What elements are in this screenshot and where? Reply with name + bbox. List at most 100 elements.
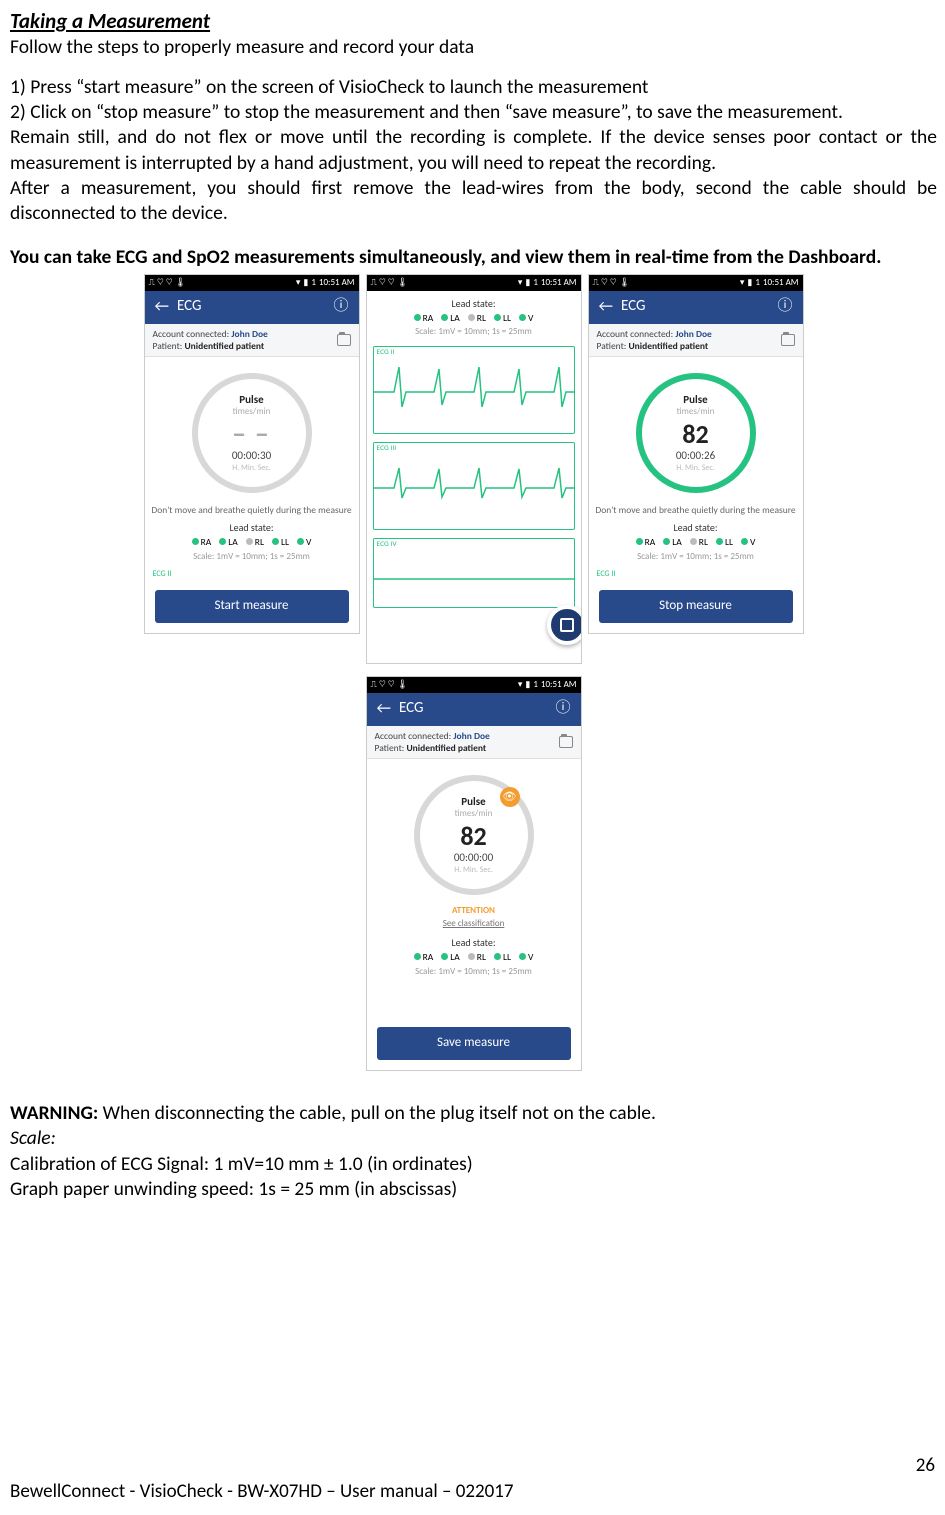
battery-icon: ▮	[747, 277, 752, 289]
status-bar: ⎍ ♡ ♡ 🌡 ▾▮110:51 AM	[367, 677, 581, 693]
warning-line: WARNING: When disconnecting the cable, p…	[10, 1101, 937, 1126]
info-icon[interactable]: ⓘ	[333, 297, 348, 317]
pulse-gauge: Pulse times/min − − 00:00:30 H. Min. Sec…	[192, 373, 312, 493]
account-label: Account connected:	[153, 328, 232, 340]
scale-text: Scale: 1mV = 10mm; 1s = 25mm	[415, 966, 532, 978]
status-icons-left: ⎍ ♡ ♡ 🌡	[371, 679, 409, 691]
wifi-icon: ▾	[518, 277, 523, 289]
classification-link[interactable]: See classification	[443, 918, 505, 930]
status-icons-left: ⎍ ♡ ♡ 🌡	[149, 277, 187, 289]
lead-rl: RL	[699, 536, 708, 548]
ecg4-plot: ECG IV	[373, 538, 575, 608]
screen-stop: ⎍ ♡ ♡ 🌡 ▾▮110:51 AM ← ECG ⓘ Account conne…	[588, 274, 804, 634]
lead-indicators: RA LA RL LL V	[373, 312, 575, 324]
after-measure: After a measurement, you should first re…	[10, 176, 937, 227]
pulse-unit: times/min	[455, 808, 493, 820]
pulse-timer: 00:00:26	[676, 449, 715, 463]
calibration-2: Graph paper unwinding speed: 1s = 25 mm …	[10, 1177, 937, 1202]
status-bar: ⎍ ♡ ♡ 🌡 ▾▮110:51 AM	[589, 275, 803, 291]
instruction-text: Don't move and breathe quietly during th…	[151, 505, 351, 516]
lead-ll: LL	[503, 951, 511, 963]
patient-label: Patient:	[597, 340, 629, 352]
lead-rl: RL	[255, 536, 264, 548]
lead-ll: LL	[281, 536, 289, 548]
lead-la: LA	[450, 951, 460, 963]
status-time: 10:51 AM	[541, 277, 577, 289]
status-bar: ⎍ ♡ ♡ 🌡 ▾▮110:51 AM	[145, 275, 359, 291]
screen-start: ⎍ ♡ ♡ 🌡 ▾▮110:51 AM ← ECG ⓘ Account conne…	[144, 274, 360, 634]
back-icon[interactable]: ←	[377, 699, 391, 720]
account-name: John Doe	[231, 328, 267, 340]
status-bar: ⎍ ♡ ♡ 🌡 ▾▮110:51 AM	[367, 275, 581, 291]
lead-v: V	[528, 312, 533, 324]
lead-v: V	[750, 536, 755, 548]
status-time: 10:51 AM	[319, 277, 355, 289]
page-number: 26	[10, 1454, 935, 1479]
battery-pct: 1	[311, 277, 316, 289]
start-measure-button[interactable]: Start measure	[155, 590, 349, 623]
patient-label: Patient:	[375, 742, 407, 754]
pulse-gauge: Pulse times/min 82 00:00:26 H. Min. Sec.	[636, 373, 756, 493]
ecg2-label: ECG II	[153, 569, 172, 579]
patient-label: Patient:	[153, 340, 185, 352]
status-icons-left: ⎍ ♡ ♡ 🌡	[593, 277, 631, 289]
account-banner: Account connected: John Doe Patient: Uni…	[367, 726, 581, 760]
remain-still: Remain still, and do not flex or move un…	[10, 125, 937, 176]
save-measure-button[interactable]: Save measure	[377, 1027, 571, 1060]
app-bar: ←ECG ⓘ	[367, 693, 581, 726]
battery-icon: ▮	[525, 277, 530, 289]
pulse-gauge: 👁 Pulse times/min 82 00:00:00 H. Min. Se…	[414, 775, 534, 895]
wifi-icon: ▾	[518, 679, 523, 691]
battery-pct: 1	[533, 277, 538, 289]
info-icon[interactable]: ⓘ	[555, 699, 570, 719]
lead-state-label: Lead state:	[229, 521, 273, 534]
intro-text: Follow the steps to properly measure and…	[10, 35, 937, 60]
folder-icon[interactable]	[559, 736, 573, 748]
lead-state-label: Lead state:	[673, 521, 717, 534]
scale-text: Scale: 1mV = 10mm; 1s = 25mm	[193, 551, 310, 563]
patient-name: Unidentified patient	[406, 742, 486, 754]
lead-indicators: RA LA RL LL V	[192, 536, 312, 548]
pulse-timer: 00:00:30	[232, 449, 271, 463]
lead-la: LA	[228, 536, 238, 548]
lead-ra: RA	[645, 536, 656, 548]
section-title: Taking a Measurement	[10, 8, 937, 35]
lead-state-label: Lead state:	[451, 936, 495, 949]
status-icons-left: ⎍ ♡ ♡ 🌡	[371, 277, 409, 289]
stop-measure-button[interactable]: Stop measure	[599, 590, 793, 623]
pulse-unit: times/min	[233, 406, 271, 418]
patient-name: Unidentified patient	[628, 340, 708, 352]
wifi-icon: ▾	[740, 277, 745, 289]
lead-rl: RL	[477, 951, 486, 963]
account-name: John Doe	[453, 730, 489, 742]
lead-v: V	[306, 536, 311, 548]
pulse-hms: H. Min. Sec.	[454, 865, 493, 875]
attention-label: ATTENTION	[452, 905, 495, 917]
app-title: ECG	[621, 297, 645, 317]
status-time: 10:51 AM	[763, 277, 799, 289]
pulse-hms: H. Min. Sec.	[676, 463, 715, 473]
eye-icon: 👁	[500, 787, 520, 807]
footer-text: BewellConnect - VisioCheck - BW-X07HD – …	[10, 1480, 935, 1505]
pulse-value: 82	[682, 421, 708, 447]
pulse-hms: H. Min. Sec.	[232, 463, 271, 473]
account-label: Account connected:	[375, 730, 454, 742]
calibration-1: Calibration of ECG Signal: 1 mV=10 mm ± …	[10, 1152, 937, 1177]
back-icon[interactable]: ←	[155, 297, 169, 318]
lead-state-label: Lead state:	[373, 297, 575, 310]
folder-icon[interactable]	[337, 334, 351, 346]
info-icon[interactable]: ⓘ	[777, 297, 792, 317]
pulse-timer: 00:00:00	[454, 851, 493, 865]
account-banner: Account connected: John Doe Patient: Uni…	[145, 324, 359, 358]
scale-text: Scale: 1mV = 10mm; 1s = 25mm	[637, 551, 754, 563]
lead-indicators: RA LA RL LL V	[414, 951, 534, 963]
back-icon[interactable]: ←	[599, 297, 613, 318]
pulse-value: 82	[460, 823, 486, 849]
lead-ra: RA	[423, 312, 434, 324]
app-bar: ← ECG ⓘ	[145, 291, 359, 324]
stop-fab-button[interactable]	[547, 605, 582, 645]
app-title: ECG	[177, 297, 201, 317]
account-label: Account connected:	[597, 328, 676, 340]
battery-icon: ▮	[303, 277, 308, 289]
folder-icon[interactable]	[781, 334, 795, 346]
